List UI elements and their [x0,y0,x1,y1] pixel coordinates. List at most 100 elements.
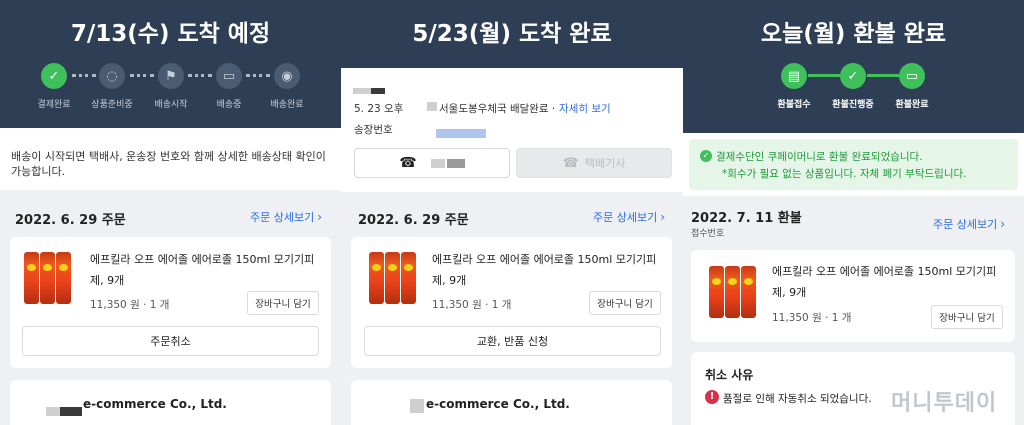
flag-icon: ⚑ [158,63,184,89]
tracking-box: 5. 23 오후 서울도봉우체국 배달완료 · 자세히 보기 송장번호 ☎ ☎ … [341,68,683,192]
redacted-logo [410,399,424,413]
phone-icon: ☎ [562,155,579,171]
order-detail-label: 주문 상세보기 [593,211,658,224]
spray-can [385,252,400,304]
order-detail-label: 주문 상세보기 [933,218,998,231]
step-payment-complete: ✓ 결제완료 [22,63,86,110]
seller-company-name: e-commerce Co., Ltd. [83,397,227,411]
spray-can [40,252,55,304]
step-shipping-start: ⚑ 배송시작 [139,63,203,110]
redacted-phone [446,158,465,168]
step-refund-received: ▤ 환불접수 [762,63,826,110]
chevron-right-icon: › [317,210,323,224]
product-image[interactable] [369,252,417,304]
spray-can [401,252,416,304]
warning-icon: ! [705,390,719,404]
product-image[interactable] [709,266,757,318]
phone-icon: ☎ [399,155,417,171]
refund-notice-text: 결제수단인 쿠페이머니로 환불 완료되었습니다. [716,151,923,163]
redacted-text [353,88,371,94]
disposal-notice-text: *회수가 필요 없는 상품입니다. 자체 폐기 부탁드립니다. [722,168,967,180]
delivery-title: 7/13(수) 도착 예정 [70,21,271,47]
delivery-title: 5/23(월) 도착 완료 [412,21,612,47]
redacted-logo [60,407,82,416]
delivery-header: 7/13(수) 도착 예정 ✓ 결제완료 ◌ 상품준비중 ⚑ 배송시작 ▭ 배송… [0,0,341,128]
truck-icon: ▭ [216,63,242,89]
step-label: 배송시작 [154,100,188,110]
order-card: 에프킬라 오프 에어졸 에어로졸 150ml 모기기피제, 9개 11,350 … [10,237,331,368]
order-panel-expected: 7/13(수) 도착 예정 ✓ 결제완료 ◌ 상품준비중 ⚑ 배송시작 ▭ 배송… [0,0,341,425]
step-refund-complete: ▭ 환불완료 [880,63,944,110]
add-to-cart-button[interactable]: 장바구니 담기 [247,291,319,315]
delivery-detail-link[interactable]: 자세히 보기 [559,101,611,116]
location-pin-icon: ◉ [274,63,300,89]
seller-card: e-commerce Co., Ltd. [351,380,672,425]
order-detail-link[interactable]: 주문 상세보기 › [250,209,322,225]
call-button[interactable]: ☎ [354,148,510,178]
step-refund-processing: ✓ 환불진행중 [821,63,885,110]
step-label: 배송중 [216,100,242,110]
product-name[interactable]: 에프킬라 오프 에어졸 에어로졸 150ml 모기기피제, 9개 [432,249,662,291]
add-to-cart-button[interactable]: 장바구니 담기 [589,291,661,315]
refund-notice-wrap: ✓ 결제수단인 쿠페이머니로 환불 완료되었습니다. *회수가 필요 없는 상품… [683,133,1024,196]
refund-header: 오늘(월) 환불 완료 ▤ 환불접수 ✓ 환불진행중 ▭ 환불완료 [683,0,1024,133]
chevron-right-icon: › [660,210,666,224]
redacted-text [371,88,385,94]
exchange-return-button[interactable]: 교환, 반품 신청 [364,326,661,356]
cancel-reason-text: 품절로 인해 자동취소 되었습니다. [723,393,872,405]
shipping-notice: 배송이 시작되면 택배사, 운송장 번호와 함께 상세한 배송상태 확인이 가능… [0,128,341,190]
order-detail-link[interactable]: 주문 상세보기 › [593,209,665,225]
product-name[interactable]: 에프킬라 오프 에어졸 에어로졸 150ml 모기기피제, 9개 [772,261,1004,303]
product-price: 11,350 원 · 1 개 [90,299,170,311]
add-to-cart-button[interactable]: 장바구니 담기 [931,305,1003,329]
step-in-transit: ▭ 배송중 [197,63,261,110]
redacted-tracking-number [436,129,486,138]
cancel-order-button[interactable]: 주문취소 [22,326,319,356]
check-icon: ✓ [840,63,866,89]
spray-can [709,266,724,318]
order-panel-refunded: 오늘(월) 환불 완료 ▤ 환불접수 ✓ 환불진행중 ▭ 환불완료 ✓ 결제수단… [683,0,1024,425]
delivery-status: 서울도봉우체국 배달완료 · [439,103,556,115]
watermark: 머니투데이 [891,391,998,416]
spray-can [56,252,71,304]
product-name[interactable]: 에프킬라 오프 에어졸 에어로졸 150ml 모기기피제, 9개 [90,249,320,291]
check-circle-icon: ✓ [700,150,712,162]
refund-notice: ✓ 결제수단인 쿠페이머니로 환불 완료되었습니다. *회수가 필요 없는 상품… [689,139,1018,190]
chevron-right-icon: › [1000,217,1006,231]
product-price: 11,350 원 · 1 개 [772,312,852,324]
spray-can [369,252,384,304]
courier-button[interactable]: ☎ 택배기사 [516,148,672,178]
receipt-number-label: 접수번호 [691,229,725,239]
seller-card: e-commerce Co., Ltd. [10,380,331,425]
delivery-header: 5/23(월) 도착 완료 [341,0,683,68]
spray-can [741,266,756,318]
step-label: 상품준비중 [91,100,133,110]
seller-company-name: e-commerce Co., Ltd. [426,397,570,411]
step-label: 환불접수 [777,100,811,110]
order-date: 2022. 6. 29 주문 [15,213,126,228]
card-icon: ▭ [899,63,925,89]
product-image[interactable] [24,252,72,304]
redacted-phone [430,158,445,168]
delivery-progress: ✓ 결제완료 ◌ 상품준비중 ⚑ 배송시작 ▭ 배송중 ◉ 배송완료 [0,63,341,113]
step-label: 결제완료 [37,100,71,110]
document-icon: ▤ [781,63,807,89]
spray-can [24,252,39,304]
refund-date: 2022. 7. 11 환불 [691,211,802,226]
order-detail-link[interactable]: 주문 상세보기 › [933,216,1005,232]
step-label: 환불진행중 [832,100,874,110]
redacted-text [427,102,437,111]
order-card: 에프킬라 오프 에어졸 에어로졸 150ml 모기기피제, 9개 11,350 … [691,250,1015,342]
loading-icon: ◌ [99,63,125,89]
step-delivered: ◉ 배송완료 [255,63,319,110]
delivery-time: 5. 23 오후 [354,103,404,115]
step-label: 배송완료 [270,100,304,110]
courier-button-label: 택배기사 [584,157,626,170]
order-date: 2022. 6. 29 주문 [358,213,469,228]
order-card: 에프킬라 오프 에어졸 에어로졸 150ml 모기기피제, 9개 11,350 … [351,237,672,368]
spray-can [725,266,740,318]
refund-title: 오늘(월) 환불 완료 [760,21,947,47]
tracking-number-label: 송장번호 [354,124,393,136]
redacted-logo [46,407,60,416]
step-label: 환불완료 [895,100,929,110]
